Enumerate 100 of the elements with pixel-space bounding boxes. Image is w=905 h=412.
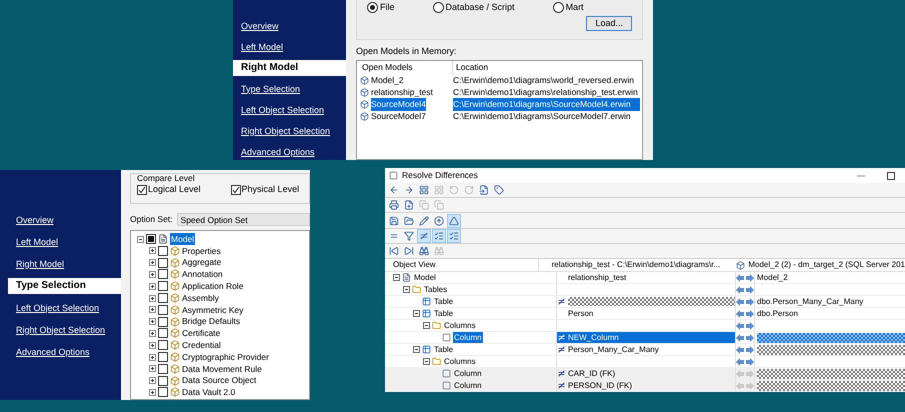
tree-label[interactable]: Tables <box>423 284 448 296</box>
expand-icon[interactable] <box>149 306 156 314</box>
tree-label[interactable]: Column <box>453 380 483 392</box>
tree-label[interactable]: Data Source Object <box>182 374 256 388</box>
tree-label[interactable]: Assembly <box>182 292 219 304</box>
tree-label[interactable]: Cryptographic Provider <box>182 350 269 364</box>
tree-label[interactable]: Data Vault 2.0 <box>182 386 236 399</box>
tree-label[interactable]: Asymmetric Key <box>182 304 244 316</box>
nav-link[interactable]: Right Object Selection <box>16 324 106 336</box>
collapse-icon[interactable] <box>413 310 420 318</box>
column-header[interactable]: Model_2 (2) - dm_target_2 (SQL Server 201 <box>748 259 905 272</box>
tree-label[interactable]: Application Role <box>182 280 244 293</box>
expand-icon[interactable] <box>149 354 156 361</box>
tree-label[interactable]: Annotation <box>182 268 223 281</box>
expand-icon[interactable] <box>149 330 156 337</box>
selected-nav-item[interactable]: Type Selection <box>8 278 121 294</box>
checkbox[interactable] <box>158 364 168 374</box>
tree-label[interactable]: Table <box>433 296 454 308</box>
nav-link[interactable]: Type Selection <box>16 280 86 292</box>
column-header[interactable]: relationship_test - C:\Erwin\demo1\diagrams\r... <box>552 259 720 272</box>
collapse-icon[interactable] <box>137 236 144 242</box>
expand-icon[interactable] <box>149 388 156 396</box>
toolbar-button[interactable] <box>432 228 446 243</box>
nav-link[interactable]: Right Model <box>241 62 298 74</box>
option-set-dropdown[interactable]: Speed Option Set <box>176 213 310 226</box>
checkbox[interactable] <box>158 269 168 280</box>
nav-link[interactable]: Overview <box>16 214 54 226</box>
model-name[interactable]: relationship_test <box>371 86 433 99</box>
checkbox[interactable] <box>158 281 168 292</box>
merge-arrows-icon[interactable] <box>736 322 754 330</box>
collapse-icon[interactable] <box>423 358 430 366</box>
checkbox[interactable] <box>158 376 168 386</box>
tree-label[interactable]: Columns <box>443 320 477 332</box>
radio-button[interactable] <box>552 2 564 14</box>
maximize-icon[interactable] <box>887 172 895 180</box>
model-name[interactable]: Model_2 <box>371 74 404 87</box>
model-name[interactable]: SourceModel7 <box>371 110 426 123</box>
selected-nav-item[interactable]: Right Model <box>233 60 346 76</box>
merge-arrows-icon[interactable] <box>736 286 754 294</box>
nav-link[interactable]: Right Model <box>16 258 64 270</box>
collapse-icon[interactable] <box>413 346 420 354</box>
merge-arrows-icon[interactable] <box>736 274 754 282</box>
tree-label[interactable]: Certificate <box>182 327 220 340</box>
checkbox[interactable] <box>158 258 168 268</box>
toolbar-button[interactable] <box>447 228 461 243</box>
model-name[interactable]: SourceModel4 <box>371 98 426 111</box>
expand-icon[interactable] <box>149 282 156 290</box>
expand-icon[interactable] <box>149 259 156 266</box>
tree-label[interactable]: Properties <box>182 244 221 258</box>
tree-label[interactable]: Aggregate <box>182 256 222 270</box>
toolbar-button[interactable] <box>387 198 401 212</box>
nav-link[interactable]: Left Object Selection <box>16 302 100 314</box>
column-header[interactable]: Open Models <box>359 61 453 74</box>
expand-icon[interactable] <box>149 318 156 326</box>
nav-link[interactable]: Right Object Selection <box>241 126 330 136</box>
checkbox[interactable] <box>158 316 168 327</box>
nav-link[interactable]: Type Selection <box>241 84 300 94</box>
expand-icon[interactable] <box>149 270 156 278</box>
nav-link[interactable]: Left Model <box>241 42 284 52</box>
tree-label[interactable]: Model <box>170 232 196 246</box>
merge-arrows-icon[interactable] <box>736 310 754 318</box>
expand-icon[interactable] <box>149 377 156 384</box>
checkbox[interactable] <box>158 387 168 398</box>
load-button[interactable]: Load... <box>586 16 632 30</box>
collapse-icon[interactable] <box>423 322 430 330</box>
expand-icon[interactable] <box>149 294 156 302</box>
radio-button[interactable] <box>367 2 378 14</box>
nav-link[interactable]: Advanced Options <box>241 146 315 158</box>
toolbar-button[interactable] <box>477 183 491 198</box>
nav-link[interactable]: Overview <box>241 20 279 32</box>
expand-icon[interactable] <box>149 365 156 372</box>
expand-icon[interactable] <box>149 247 156 254</box>
checkbox[interactable] <box>146 234 156 244</box>
merge-arrows-icon[interactable] <box>736 334 754 342</box>
toolbar-button[interactable] <box>417 228 431 243</box>
expand-icon[interactable] <box>149 342 156 349</box>
checkbox[interactable] <box>158 304 168 315</box>
tree-label[interactable]: Column <box>453 368 483 380</box>
checkbox[interactable] <box>230 184 241 195</box>
tree-label[interactable]: Table <box>433 344 454 356</box>
nav-link[interactable]: Advanced Options <box>16 346 90 358</box>
toolbar-button[interactable] <box>432 214 446 228</box>
radio-button[interactable] <box>432 2 444 14</box>
collapse-icon[interactable] <box>393 274 400 282</box>
tree-label[interactable]: Bridge Defaults <box>182 315 240 328</box>
checkbox[interactable] <box>158 340 168 350</box>
tree-label[interactable]: Columns <box>443 356 477 368</box>
toolbar-button[interactable] <box>447 214 461 228</box>
tree-label[interactable]: Table <box>433 308 454 320</box>
tree-label[interactable]: Column <box>453 332 483 344</box>
column-header[interactable]: Location <box>453 61 488 74</box>
merge-arrows-icon[interactable] <box>736 358 754 366</box>
nav-link[interactable]: Left Model <box>16 236 58 248</box>
merge-arrows-icon[interactable] <box>736 346 754 354</box>
checkbox[interactable] <box>158 328 168 338</box>
toolbar-button[interactable] <box>492 183 506 198</box>
nav-link[interactable]: Left Object Selection <box>241 104 324 116</box>
column-header[interactable]: Object View <box>385 259 539 272</box>
collapse-icon[interactable] <box>403 286 410 294</box>
toolbar-button[interactable] <box>417 214 431 228</box>
